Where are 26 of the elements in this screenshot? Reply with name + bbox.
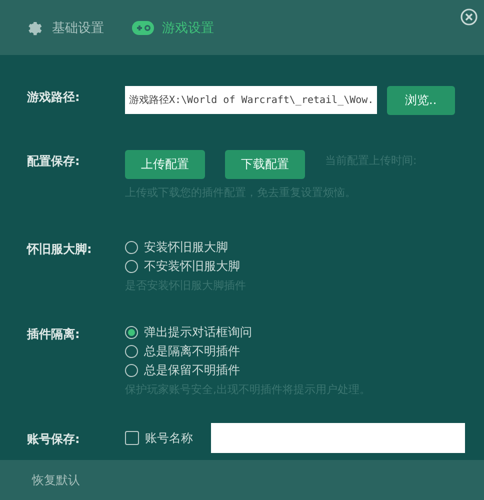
reset-defaults-link[interactable]: 恢复默认 <box>32 472 80 488</box>
radio-option[interactable]: 总是隔离不明插件 <box>125 342 370 361</box>
field-label: 怀旧服大脚: <box>27 241 93 258</box>
radio-option[interactable]: 不安装怀旧服大脚 <box>125 257 246 276</box>
field-label: 插件隔离: <box>27 326 81 343</box>
radio-option[interactable]: 总是保留不明插件 <box>125 361 370 380</box>
radio-button[interactable] <box>125 345 138 358</box>
config-button[interactable]: 下载配置 <box>225 150 305 179</box>
checkbox-option[interactable]: 账号名称 <box>125 423 193 453</box>
browse-button[interactable]: 浏览.. <box>387 86 455 115</box>
radio-option[interactable]: 弹出提示对话框询问 <box>125 323 370 342</box>
radio-button[interactable] <box>125 326 138 339</box>
close-icon[interactable] <box>460 8 478 26</box>
radio-option[interactable]: 安装怀旧服大脚 <box>125 238 246 257</box>
config-button[interactable]: 上传配置 <box>125 150 205 179</box>
radio-button[interactable] <box>125 260 138 273</box>
radio-button[interactable] <box>125 241 138 254</box>
checkbox[interactable] <box>125 431 139 445</box>
radio-button[interactable] <box>125 364 138 377</box>
game-path-field[interactable]: 游戏路径X:\World of Warcraft\_retail_\Wow. <box>125 86 377 114</box>
field-label: 配置保存: <box>27 153 81 170</box>
gamepad-icon <box>132 20 154 36</box>
settings-tab[interactable]: 基础设置 <box>26 18 104 36</box>
field-label: 账号保存: <box>27 431 81 448</box>
account-name-field[interactable] <box>211 423 465 453</box>
field-label: 游戏路径: <box>27 89 81 106</box>
